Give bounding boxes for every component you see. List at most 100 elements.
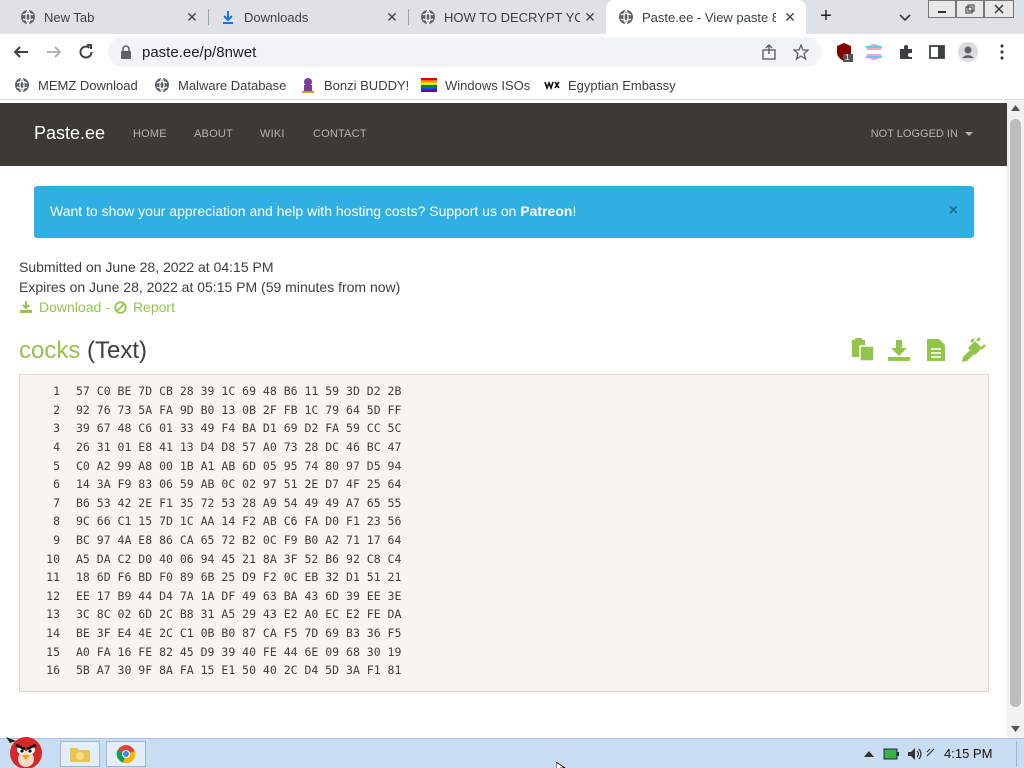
- copy-icon: [852, 338, 875, 362]
- bookmark-egyptian-embassy[interactable]: Egyptian Embassy: [544, 76, 676, 94]
- nav-about[interactable]: ABOUT: [194, 128, 233, 140]
- browser-toolbar: paste.ee/p/8nwet 1: [0, 34, 1024, 70]
- nav-home[interactable]: HOME: [133, 128, 167, 140]
- close-icon[interactable]: ✕: [384, 9, 400, 25]
- show-desktop-button[interactable]: [1016, 741, 1022, 767]
- site-brand[interactable]: Paste.ee: [34, 123, 105, 144]
- paste-content[interactable]: 1 57 C0 BE 7D CB 28 39 1C 69 48 B6 11 59 …: [19, 374, 989, 692]
- line-number: 7: [53, 495, 60, 510]
- page-viewport: Paste.ee HOME ABOUT WIKI CONTACT NOT LOG…: [0, 101, 1007, 738]
- star-icon[interactable]: [792, 43, 810, 61]
- start-button[interactable]: [4, 731, 48, 768]
- paste-links: Download - Report: [19, 299, 175, 315]
- address-bar[interactable]: paste.ee/p/8nwet: [108, 37, 822, 67]
- paste-type: (Text): [87, 337, 148, 364]
- tab-paste-ee[interactable]: Paste.ee - View paste 8 ✕: [606, 0, 806, 34]
- tab-label: HOW TO DECRYPT YOUR: [444, 9, 580, 25]
- bookmark-bonzi-buddy[interactable]: Bonzi BUDDY!: [300, 76, 409, 94]
- network-icon[interactable]: [924, 745, 942, 763]
- folder-icon: [70, 748, 90, 762]
- reload-button[interactable]: [74, 40, 98, 64]
- line-number: 6: [53, 477, 60, 492]
- bookmark-memz[interactable]: MEMZ Download: [14, 76, 138, 94]
- nav-contact[interactable]: CONTACT: [313, 128, 367, 140]
- back-button[interactable]: [9, 40, 33, 64]
- line-number: 14: [46, 626, 60, 641]
- tab-new-tab[interactable]: New Tab ✕: [8, 0, 208, 34]
- line-number: 12: [46, 588, 60, 603]
- flag-extension-icon[interactable]: [864, 42, 884, 62]
- code-line: 1 57 C0 BE 7D CB 28 39 1C 69 48 B6 11 59 …: [20, 382, 401, 401]
- line-text: 57 C0 BE 7D CB 28 39 1C 69 48 B6 11 59 3…: [76, 384, 402, 399]
- side-panel-icon[interactable]: [927, 42, 947, 62]
- bookmark-label: MEMZ Download: [38, 77, 138, 93]
- scroll-down-icon: [1011, 726, 1020, 732]
- battery-icon[interactable]: [882, 745, 900, 763]
- bookmark-label: Bonzi BUDDY!: [324, 77, 410, 93]
- chrome-icon: [116, 745, 136, 764]
- new-tab-button[interactable]: +: [815, 6, 837, 28]
- ublock-icon[interactable]: 1: [834, 42, 854, 62]
- line-number: 2: [53, 402, 60, 417]
- forward-button[interactable]: [42, 40, 66, 64]
- share-icon[interactable]: [760, 43, 778, 61]
- taskbar-explorer[interactable]: [60, 741, 100, 767]
- tab-downloads[interactable]: Downloads ✕: [208, 0, 408, 34]
- code-line: 14 BE 3F E4 4E 2C C1 0B B0 87 CA F5 7D 69…: [20, 624, 401, 643]
- raw-button[interactable]: [923, 337, 949, 363]
- download-icon: [220, 9, 236, 25]
- code-line: 4 26 31 01 E8 41 13 D4 D8 57 A0 73 28 DC …: [20, 438, 401, 457]
- taskbar-chrome[interactable]: [106, 741, 146, 767]
- login-label: NOT LOGGED IN: [870, 128, 958, 140]
- nav-wiki[interactable]: WIKI: [260, 128, 285, 140]
- close-icon[interactable]: ✕: [782, 9, 798, 25]
- profile-icon[interactable]: [958, 42, 978, 62]
- download-paste-button[interactable]: [886, 337, 912, 363]
- vertical-scrollbar[interactable]: [1007, 101, 1024, 738]
- line-text: EE 17 B9 44 D4 7A 1A DF 49 63 BA 43 6D 3…: [76, 588, 402, 603]
- download-icon: [888, 340, 910, 361]
- bookmark-malware-database[interactable]: Malware Database: [154, 76, 286, 94]
- download-link[interactable]: Download: [19, 299, 101, 315]
- line-number: 9: [53, 533, 60, 548]
- restore-button[interactable]: [956, 0, 984, 18]
- tab-label: Downloads: [244, 9, 309, 25]
- site-navbar: Paste.ee HOME ABOUT WIKI CONTACT NOT LOG…: [0, 103, 1007, 166]
- tray-expand-icon[interactable]: [860, 745, 878, 763]
- lock-icon[interactable]: [120, 45, 132, 64]
- line-text: BE 3F E4 4E 2C C1 0B B0 87 CA F5 7D 69 B…: [76, 626, 402, 641]
- code-line: 8 9C 66 C1 15 7D 1C AA 14 F2 AB C6 FA D0 …: [20, 512, 401, 531]
- code-line: 6 14 3A F9 83 06 59 AB 0C 02 97 51 2E D7 …: [20, 475, 401, 494]
- tab-label: Paste.ee - View paste 8: [642, 9, 776, 25]
- bookmark-label: Egyptian Embassy: [568, 77, 676, 93]
- close-icon[interactable]: ✕: [184, 9, 200, 25]
- globe-icon: [420, 9, 436, 25]
- mouse-cursor-icon: [555, 759, 568, 768]
- globe-icon: [154, 77, 170, 93]
- patreon-link[interactable]: Patreon: [520, 203, 572, 219]
- taskbar-clock[interactable]: 4:15 PM: [944, 746, 992, 761]
- line-text: 5B A7 30 9F 8A FA 15 E1 50 40 2C D4 5D 3…: [76, 663, 402, 678]
- close-icon[interactable]: ✕: [582, 9, 598, 25]
- close-window-button[interactable]: [984, 0, 1014, 18]
- copy-button[interactable]: [850, 337, 876, 363]
- caret-down-icon: [965, 132, 973, 137]
- bookmark-windows-isos[interactable]: Windows ISOs: [421, 76, 530, 94]
- chevron-down-icon[interactable]: [896, 8, 914, 26]
- report-link[interactable]: Report: [114, 299, 175, 315]
- alert-close-button[interactable]: ×: [949, 202, 958, 220]
- minimize-button[interactable]: [928, 0, 956, 18]
- puzzle-icon[interactable]: [896, 42, 916, 62]
- tab-decrypt[interactable]: HOW TO DECRYPT YOUR ✕: [408, 0, 606, 34]
- login-dropdown[interactable]: NOT LOGGED IN: [871, 128, 973, 140]
- expires-date: Expires on June 28, 2022 at 05:15 PM (59…: [19, 279, 401, 295]
- ban-icon: [114, 300, 127, 314]
- extension-badge: 1: [845, 53, 850, 62]
- more-menu-icon[interactable]: [992, 42, 1012, 62]
- line-number: 13: [46, 607, 60, 622]
- line-text: 3C 8C 02 6D 2C B8 31 A5 29 43 E2 A0 EC E…: [76, 607, 402, 622]
- embed-button[interactable]: [960, 337, 986, 363]
- volume-icon[interactable]: [906, 745, 924, 763]
- scrollbar-thumb[interactable]: [1010, 119, 1021, 707]
- download-icon: [20, 301, 32, 313]
